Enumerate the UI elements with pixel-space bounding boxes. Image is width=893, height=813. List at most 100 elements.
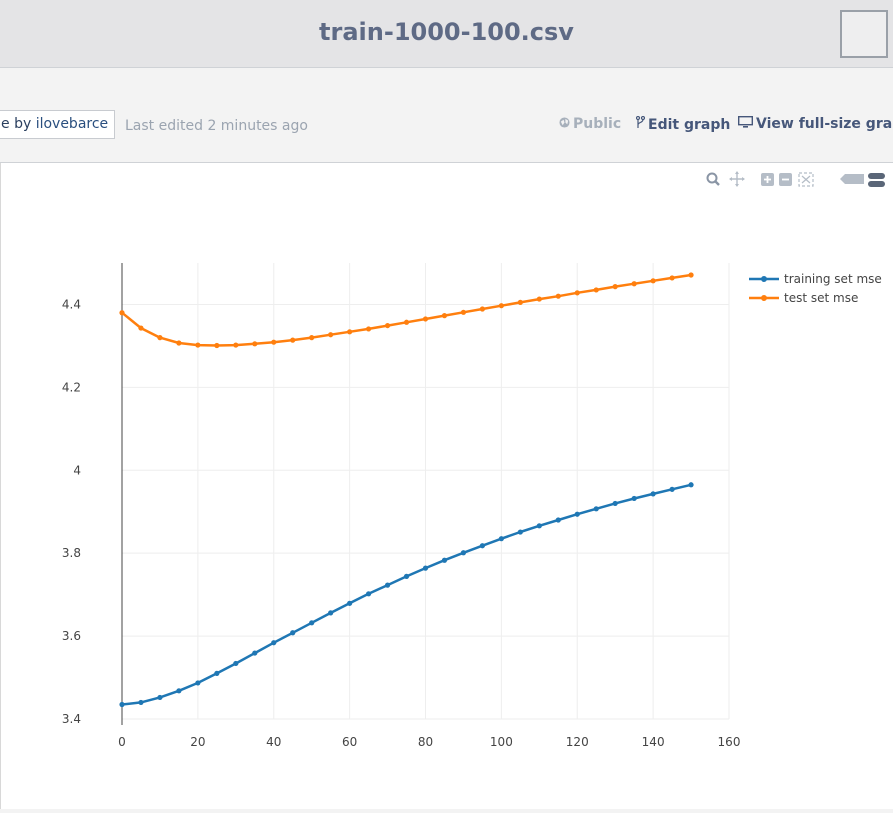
data-point[interactable] xyxy=(536,296,542,302)
data-point[interactable] xyxy=(138,325,144,331)
data-point[interactable] xyxy=(498,536,504,542)
data-point[interactable] xyxy=(460,309,467,315)
data-point[interactable] xyxy=(252,341,258,347)
data-point[interactable] xyxy=(593,506,599,512)
data-point[interactable] xyxy=(214,670,220,676)
edit-graph-link[interactable]: Edit graph xyxy=(635,115,731,133)
data-point[interactable] xyxy=(365,591,372,597)
data-point[interactable] xyxy=(195,680,201,686)
fork-icon xyxy=(635,115,646,133)
page-title: train-1000-100.csv xyxy=(319,18,574,46)
data-point[interactable] xyxy=(138,699,144,706)
data-point[interactable] xyxy=(176,688,182,694)
x-tick-label: 60 xyxy=(342,735,357,749)
x-tick-label: 120 xyxy=(566,735,589,749)
data-point[interactable] xyxy=(176,340,182,346)
data-point[interactable] xyxy=(631,281,637,287)
data-point[interactable] xyxy=(347,600,353,606)
author-prefix: e by xyxy=(1,116,36,132)
data-point[interactable] xyxy=(119,310,125,316)
pan-icon[interactable] xyxy=(729,171,745,187)
data-point[interactable] xyxy=(441,313,448,319)
data-point[interactable] xyxy=(479,306,486,312)
line-chart[interactable]: 0 20 40 60 80 100 120 140 160 3.4 3.6 3.8 4 4.2 4.4 tr… xyxy=(1,163,893,809)
data-point[interactable] xyxy=(252,650,258,656)
zoom-in-icon[interactable] xyxy=(761,173,774,186)
legend-swatch-marker xyxy=(761,276,767,282)
data-point[interactable] xyxy=(517,299,523,305)
data-point[interactable] xyxy=(460,550,467,556)
series-line-0[interactable] xyxy=(121,483,692,706)
x-tick-label: 140 xyxy=(642,735,665,749)
data-point[interactable] xyxy=(612,284,618,290)
data-point[interactable] xyxy=(441,557,448,563)
data-point[interactable] xyxy=(479,543,486,549)
data-point[interactable] xyxy=(157,335,163,341)
autoscale-icon[interactable] xyxy=(798,172,814,187)
legend-label[interactable]: training set mse xyxy=(784,272,882,286)
axes: 0 20 40 60 80 100 120 140 160 3.4 3.6 3.8 4 4.2 4.4 xyxy=(62,263,740,749)
data-point[interactable] xyxy=(555,293,561,299)
x-tick-label: 20 xyxy=(190,735,205,749)
data-point[interactable] xyxy=(555,517,561,523)
author-badge[interactable]: e by ilovebarce xyxy=(0,110,116,139)
data-point[interactable] xyxy=(574,511,580,517)
data-point[interactable] xyxy=(365,326,372,332)
data-point[interactable] xyxy=(290,630,296,636)
x-tick-label: 80 xyxy=(418,735,433,749)
data-point[interactable] xyxy=(422,565,429,571)
zoom-icon[interactable] xyxy=(706,172,720,186)
view-full-size-link[interactable]: View full-size graph xyxy=(737,115,893,132)
data-point[interactable] xyxy=(422,316,429,322)
data-point[interactable] xyxy=(309,620,315,626)
data-point[interactable] xyxy=(290,337,296,343)
y-tick-label: 4 xyxy=(73,463,81,477)
data-point[interactable] xyxy=(214,342,220,349)
data-point[interactable] xyxy=(536,523,542,529)
data-point[interactable] xyxy=(498,303,504,309)
data-point[interactable] xyxy=(593,287,599,293)
data-point[interactable] xyxy=(233,660,239,667)
data-point[interactable] xyxy=(669,275,675,281)
legend-label[interactable]: test set mse xyxy=(784,291,858,305)
data-point[interactable] xyxy=(309,335,315,341)
data-point[interactable] xyxy=(271,339,277,345)
edit-graph-label: Edit graph xyxy=(648,117,731,133)
data-point[interactable] xyxy=(403,319,410,325)
data-point[interactable] xyxy=(328,610,334,616)
compare-hover-icon[interactable] xyxy=(840,174,864,184)
data-point[interactable] xyxy=(688,482,694,488)
data-point[interactable] xyxy=(347,329,353,335)
x-tick-label: 0 xyxy=(118,735,126,749)
data-point[interactable] xyxy=(119,701,125,708)
graph-thumbnail[interactable] xyxy=(840,10,888,58)
last-edited-text: Last edited 2 minutes ago xyxy=(125,118,308,134)
data-point[interactable] xyxy=(403,573,410,579)
data-point[interactable] xyxy=(271,640,277,646)
author-name-link[interactable]: ilovebarce xyxy=(36,116,108,132)
monitor-icon xyxy=(737,115,754,132)
closest-hover-icon[interactable] xyxy=(868,173,885,187)
public-link[interactable]: Public xyxy=(559,116,621,132)
data-point[interactable] xyxy=(157,694,163,701)
data-point[interactable] xyxy=(195,342,201,348)
data-point[interactable] xyxy=(517,529,523,535)
grid-lines xyxy=(122,263,730,720)
view-full-label: View full-size graph xyxy=(756,116,893,132)
series-line-1[interactable] xyxy=(121,273,692,347)
data-point[interactable] xyxy=(688,272,694,278)
data-point[interactable] xyxy=(384,582,391,588)
data-point[interactable] xyxy=(233,342,239,348)
data-point[interactable] xyxy=(669,486,675,492)
zoom-out-icon[interactable] xyxy=(779,173,792,186)
x-tick-label: 40 xyxy=(266,735,281,749)
x-tick-label: 100 xyxy=(490,735,513,749)
data-point[interactable] xyxy=(650,491,656,497)
data-point[interactable] xyxy=(650,278,656,284)
data-point[interactable] xyxy=(328,332,334,338)
data-point[interactable] xyxy=(384,322,391,329)
data-point[interactable] xyxy=(612,500,618,507)
legend[interactable]: training set mse test set mse xyxy=(749,272,882,305)
data-point[interactable] xyxy=(631,495,637,502)
data-point[interactable] xyxy=(574,290,580,296)
